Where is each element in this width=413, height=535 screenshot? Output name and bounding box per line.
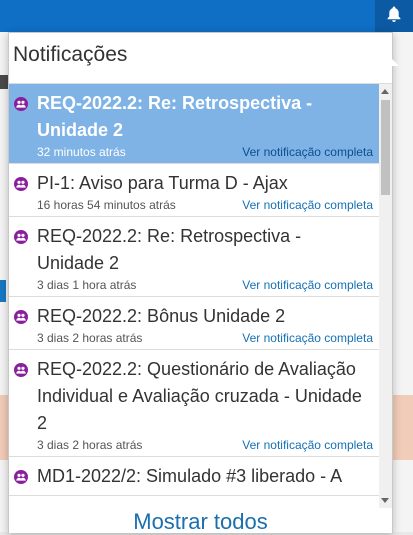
notification-time: 16 horas 54 minutos atrás: [37, 198, 176, 212]
notification-subject: REQ-2022.2: Re: Retrospectiva - Unidade …: [37, 226, 302, 273]
users-group-icon: [14, 97, 28, 111]
notification-item[interactable]: PI-1: Aviso para Turma D - Ajax 16 horas …: [9, 164, 379, 217]
scrollbar[interactable]: [379, 84, 392, 508]
notifications-toggle[interactable]: [375, 0, 413, 32]
notification-subject: REQ-2022.2: Re: Retrospectiva - Unidade …: [37, 93, 313, 140]
view-full-notification-link[interactable]: Ver notificação completa: [242, 145, 373, 159]
notification-time: 3 dias 2 horas atrás: [37, 331, 143, 345]
users-group-icon: [14, 363, 28, 377]
view-full-notification-link[interactable]: Ver notificação completa: [242, 278, 373, 292]
notification-item[interactable]: REQ-2022.2: Re: Retrospectiva - Unidade …: [9, 84, 379, 164]
scroll-down-arrow[interactable]: [381, 498, 389, 503]
notification-list[interactable]: REQ-2022.2: Re: Retrospectiva - Unidade …: [9, 83, 392, 509]
bell-icon[interactable]: [385, 5, 403, 28]
view-full-notification-link[interactable]: Ver notificação completa: [242, 438, 373, 452]
notification-item[interactable]: REQ-2022.2: Re: Retrospectiva - Unidade …: [9, 217, 379, 297]
view-full-notification-link[interactable]: Ver notificação completa: [242, 331, 373, 345]
notification-item[interactable]: MD1-2022/2: Simulado #3 liberado - A: [9, 457, 379, 496]
users-group-icon: [14, 177, 28, 191]
notification-subject: MD1-2022/2: Simulado #3 liberado - A: [37, 466, 343, 486]
background-banner: [0, 395, 8, 460]
notification-item[interactable]: REQ-2022.2: Questionário de Avaliação In…: [9, 350, 379, 457]
view-full-notification-link[interactable]: Ver notificação completa: [242, 198, 373, 212]
scroll-thumb[interactable]: [381, 100, 390, 195]
background-element: [0, 75, 8, 89]
popover-title: Notificações: [13, 43, 128, 66]
notifications-popover: Notificações REQ-2022.2: Re: Retrospecti…: [8, 32, 399, 534]
notification-time: 3 dias 2 horas atrás: [37, 438, 143, 452]
notification-subject: REQ-2022.2: Questionário de Avaliação In…: [37, 359, 362, 433]
show-all-link[interactable]: Mostrar todos: [9, 509, 392, 534]
top-navbar: [0, 0, 413, 32]
background-element: [0, 280, 6, 302]
users-group-icon: [14, 470, 28, 484]
users-group-icon: [14, 230, 28, 244]
notification-subject: PI-1: Aviso para Turma D - Ajax: [37, 173, 288, 193]
users-group-icon: [14, 310, 28, 324]
notification-subject: REQ-2022.2: Bônus Unidade 2: [37, 306, 286, 326]
notification-time: 32 minutos atrás: [37, 145, 126, 159]
notification-item[interactable]: REQ-2022.2: Bônus Unidade 2 3 dias 2 hora…: [9, 297, 379, 350]
popover-caret: [381, 57, 399, 66]
background-banner: [391, 395, 413, 460]
notification-time: 3 dias 1 hora atrás: [37, 278, 137, 292]
scroll-up-arrow[interactable]: [381, 89, 389, 94]
